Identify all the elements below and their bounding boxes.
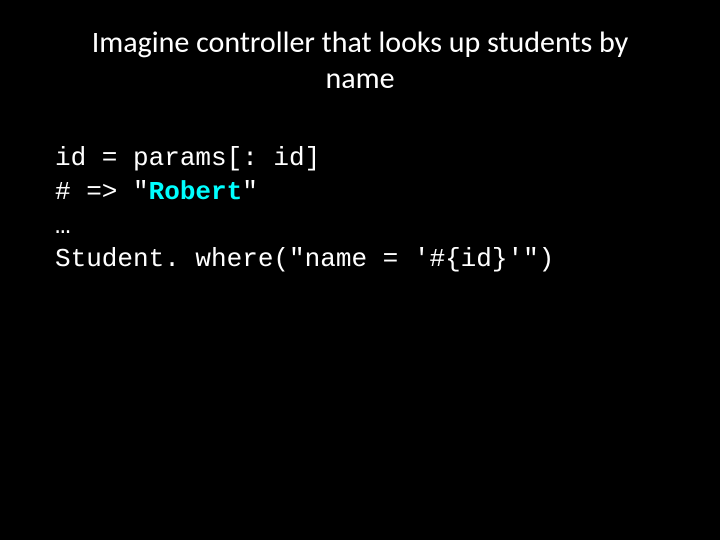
code-line-2: # => "Robert" (55, 176, 670, 210)
code-line-2-suffix: " (242, 177, 258, 207)
slide-title: Imagine controller that looks up student… (50, 25, 670, 97)
slide-container: Imagine controller that looks up student… (0, 0, 720, 540)
code-line-2-prefix: # => " (55, 177, 149, 207)
code-line-1: id = params[: id] (55, 142, 670, 176)
code-line-4: Student. where("name = '#{id}'") (55, 243, 670, 277)
code-block: id = params[: id] # => "Robert" … Studen… (50, 142, 670, 277)
code-highlight-robert: Robert (149, 177, 243, 207)
code-line-3: … (55, 210, 670, 244)
